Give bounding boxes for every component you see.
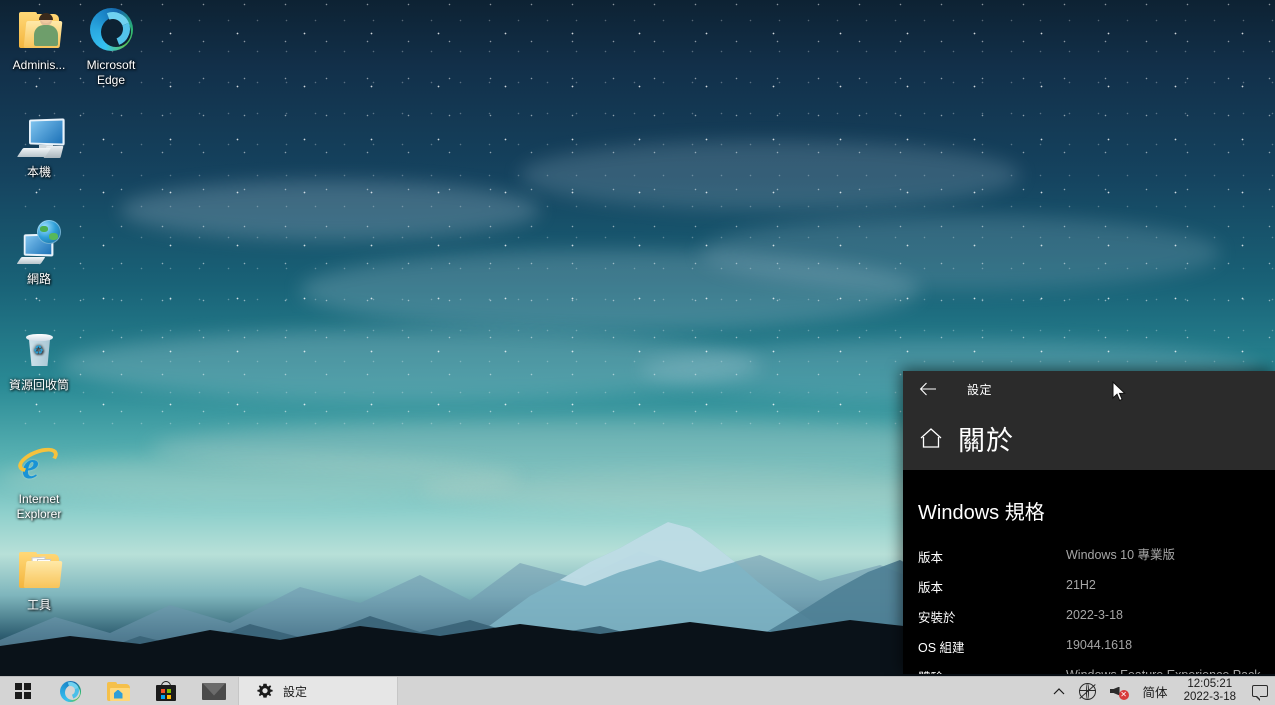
desktop-icon-label: 網路 [26, 272, 51, 286]
edge-icon [87, 6, 136, 54]
edge-icon [58, 678, 82, 702]
taskbar: 設定 ✕ 简体 12:05:21 2022-3-18 [0, 676, 1275, 705]
desktop-icon-tools[interactable]: 工具 [0, 546, 78, 613]
spec-row: 版本 Windows 10 專業版 [918, 547, 1275, 566]
spec-value: Windows Feature Experience Pack 120.2212… [1066, 667, 1275, 674]
starfield [0, 0, 1275, 430]
desktop-icon-recycle-bin[interactable]: ♻ 資源回收筒 [0, 326, 78, 393]
start-button[interactable] [0, 677, 46, 705]
desktop-icon-label: 工具 [26, 598, 51, 612]
clock-date: 2022-3-18 [1183, 691, 1236, 703]
desktop-icon-label: Internet Explorer [16, 492, 62, 521]
computer-icon [15, 113, 65, 161]
folder-icon [106, 681, 130, 701]
gear-icon [257, 683, 273, 699]
spec-row: OS 組建 19044.1618 [918, 637, 1275, 656]
volume-button[interactable]: ✕ [1103, 677, 1136, 705]
spec-label: OS 組建 [918, 641, 965, 655]
taskbar-mail[interactable] [190, 677, 238, 705]
spec-row: 體驗 Windows Feature Experience Pack 120.2… [918, 667, 1275, 674]
recycle-bin-icon: ♻ [15, 326, 63, 374]
spec-value: 21H2 [1066, 578, 1096, 592]
taskbar-edge[interactable] [46, 677, 94, 705]
section-title: Windows 規格 [918, 502, 1045, 524]
settings-titlebar: 設定 [903, 371, 1275, 407]
spec-label: 版本 [918, 551, 944, 565]
mail-icon [202, 682, 226, 700]
back-icon[interactable] [915, 376, 941, 402]
desktop-icon-internet-explorer[interactable]: e Internet Explorer [0, 440, 78, 522]
desktop-icon-network[interactable]: 網路 [0, 220, 78, 287]
store-icon [156, 681, 176, 701]
taskbar-explorer[interactable] [94, 677, 142, 705]
network-icon [15, 220, 63, 268]
network-unavailable-icon [1078, 682, 1096, 700]
spec-label: 版本 [918, 581, 944, 595]
spec-label: 體驗 [918, 667, 1066, 674]
action-center-icon [1252, 685, 1268, 701]
taskbar-store[interactable] [142, 677, 190, 705]
network-status-button[interactable] [1072, 677, 1103, 705]
settings-page-header: 關於 [903, 407, 1275, 470]
desktop-icon-administrator[interactable]: Adminis... [0, 6, 78, 73]
spec-row: 版本 21H2 [918, 577, 1275, 596]
action-center-button[interactable] [1245, 677, 1275, 705]
page-title: 關於 [958, 426, 1014, 456]
desktop-icon-label: Microsoft Edge [86, 58, 136, 87]
taskbar-settings-label: 設定 [283, 684, 308, 699]
spec-value: Windows 10 專業版 [1066, 548, 1176, 562]
settings-title: 設定 [967, 382, 993, 397]
spec-value: 2022-3-18 [1066, 608, 1123, 622]
folder-icon [15, 546, 63, 594]
taskbar-settings[interactable]: 設定 [238, 676, 398, 705]
system-tray: ✕ 简体 12:05:21 2022-3-18 [1046, 677, 1275, 705]
home-icon[interactable] [918, 426, 944, 452]
spec-row: 安裝於 2022-3-18 [918, 607, 1275, 626]
clock-time: 12:05:21 [1187, 678, 1233, 690]
desktop-icon-microsoft-edge[interactable]: Microsoft Edge [72, 6, 150, 88]
settings-window[interactable]: 設定 關於 Windows 規格 版本 Windows 10 專業版 版本 21… [903, 371, 1275, 674]
windows-logo-icon [15, 683, 31, 699]
desktop-icon-label: 資源回收筒 [8, 378, 69, 392]
user-folder-icon [15, 6, 63, 54]
clock[interactable]: 12:05:21 2022-3-18 [1175, 677, 1245, 705]
desktop-icon-this-pc[interactable]: 本機 [0, 113, 78, 180]
spec-value: 19044.1618 [1066, 638, 1133, 652]
desktop-icon-label: 本機 [26, 165, 51, 179]
ime-indicator[interactable]: 简体 [1136, 677, 1175, 705]
spec-label: 安裝於 [918, 611, 956, 625]
cloud [0, 455, 520, 500]
show-hidden-icons-button[interactable] [1046, 677, 1072, 705]
settings-content: Windows 規格 版本 Windows 10 專業版 版本 21H2 安裝於… [903, 470, 1275, 674]
internet-explorer-icon: e [14, 440, 63, 488]
desktop-icon-label: Adminis... [12, 58, 66, 72]
volume-muted-icon: ✕ [1109, 683, 1129, 700]
